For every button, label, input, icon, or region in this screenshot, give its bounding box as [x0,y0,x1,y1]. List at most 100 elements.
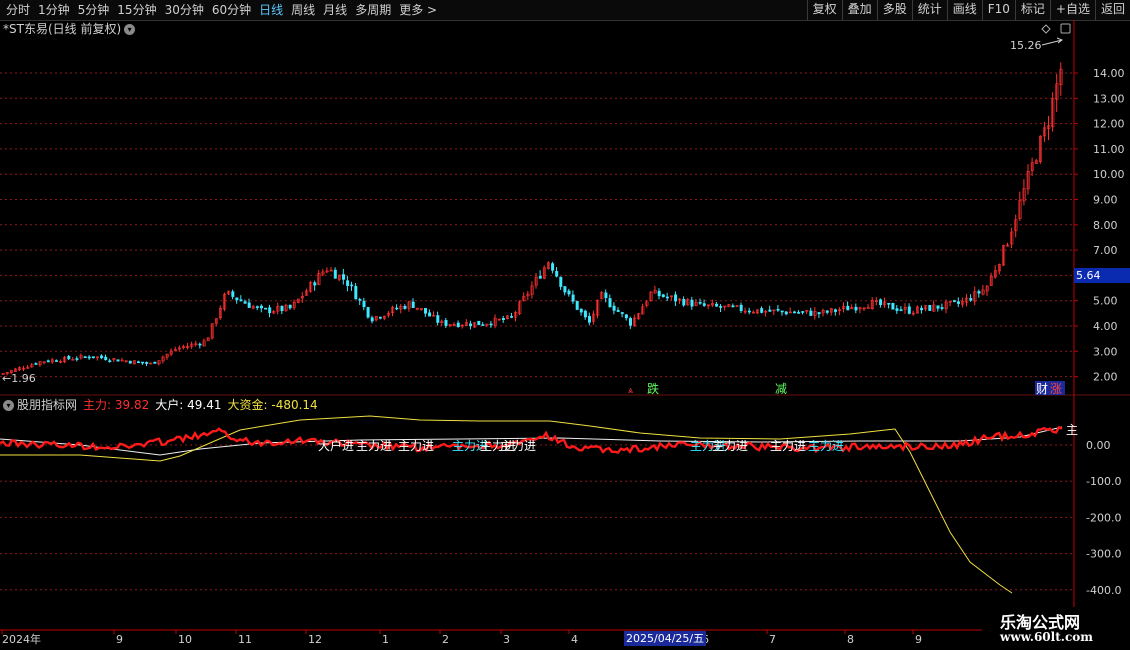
candle-body [571,294,575,302]
candle-body [54,360,58,362]
price-tick-label: 12.00 [1093,118,1125,131]
indicator-tick-label: -300.0 [1086,548,1121,561]
candle-body [128,360,132,364]
time-axis-label-7: 3 [503,633,510,646]
price-tick-label: 8.00 [1093,219,1118,232]
candle-body [907,306,911,314]
candle-body [809,310,813,316]
candle-body [624,314,628,319]
panel-toggle-icon [1060,23,1071,34]
candle-body [825,310,829,313]
time-axis-label-5: 1 [382,633,389,646]
candle-body [243,301,247,304]
candle-body [698,302,702,304]
time-axis-label-2: 10 [178,633,192,646]
candle-body [255,306,259,308]
candle-body [87,356,91,359]
candle-body [887,302,891,305]
time-axis-label-0: 2024年 [2,632,41,646]
candle-body [280,305,284,312]
candle-body [604,292,608,299]
candle-body [608,298,612,308]
candle-body [108,360,112,362]
candle-body [288,304,292,309]
candle-body [141,361,145,364]
time-axis-label-4: 12 [308,633,322,646]
signal-label-1: 主力进 [356,439,392,453]
candle-body [674,294,678,302]
candle-body [259,305,263,309]
candle-body [395,307,399,310]
signal-label-0: 大户进 [318,438,354,453]
candle-body [366,307,370,318]
candle-body [145,362,149,364]
candle-body [854,306,858,311]
up-arrow-marker-icon: ⩓ [628,386,633,396]
candle-body [899,309,903,311]
candle-body [100,355,104,359]
candle-body [665,296,669,299]
candle-body [817,312,821,315]
candle-body [797,312,801,314]
kline-chart-canvas[interactable]: 14.0013.0012.0011.0010.009.008.007.006.0… [0,0,1130,650]
candle-body [538,276,542,279]
candle-body [612,305,616,311]
candle-body [510,316,514,318]
cursor-date-badge: 2025/04/25/五 [624,631,707,646]
candle-body [567,290,571,295]
candle-body [137,361,141,363]
candle-body [362,300,366,308]
price-tick-label: 3.00 [1093,345,1118,358]
high-arrow-icon [1041,37,1064,46]
candle-body [456,322,460,327]
candle-body [715,303,719,307]
candle-body [928,305,932,311]
candle-body [67,355,71,360]
price-tick-label: 14.00 [1093,67,1125,80]
candle-body [481,324,485,326]
signal-label-8: 主力进 [770,439,806,453]
candle-body [657,290,661,297]
candle-body [378,316,382,319]
price-tick-label: 13.00 [1093,92,1125,105]
candle-body [350,284,354,287]
price-tick-label: 11.00 [1093,143,1125,156]
time-axis-label-8: 4 [571,633,578,646]
candle-body [268,307,272,314]
candle-body [551,263,555,271]
candle-body [436,315,440,323]
candle-body [616,310,620,312]
candle-body [936,305,940,309]
candle-body [940,307,944,309]
candle-body [719,306,723,308]
candle-body [747,310,751,313]
candle-body [731,305,735,308]
candle-body [34,363,38,365]
candle-body [628,318,632,326]
candle-body [477,320,481,326]
candle-body [739,304,743,311]
marker-die: 跌 [647,381,659,396]
candle-body [231,291,235,297]
current-price-tag: 5.64 [1074,268,1130,283]
candle-body [661,294,665,298]
time-axis-label-12: 9 [915,633,922,646]
candle-body [116,359,120,362]
candle-body [555,271,559,277]
indicator-right-label: 主 [1066,423,1078,437]
candle-body [46,360,50,363]
candle-body [489,323,493,326]
candle-body [559,276,563,287]
time-axis-label-10: 7 [769,633,776,646]
candle-body [346,280,350,286]
candle-body [104,356,108,361]
candle-body [313,282,317,286]
low-price-label: ←1.96 [2,372,36,385]
candle-body [760,308,764,313]
candle-body [235,297,239,301]
candle-body [428,312,432,317]
candle-body [469,323,473,327]
marker-cai: 财 [1036,382,1048,396]
candle-body [575,300,579,310]
watermark-line2: www.60lt.com [1000,630,1093,644]
